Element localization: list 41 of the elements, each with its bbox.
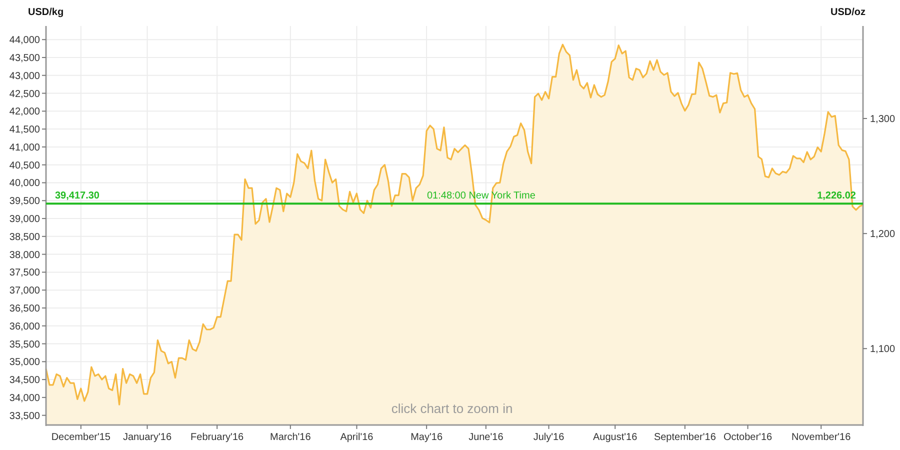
axis-label: March'16 [270,432,311,443]
axis-label: October'16 [723,432,772,443]
axis-label: 35,500 [9,339,40,350]
axis-label: December'15 [51,432,110,443]
axis-label: 35,000 [9,357,40,368]
axis-label: February'16 [190,432,244,443]
axis-label: 44,000 [9,35,40,46]
axis-label: 1,200 [870,229,896,240]
axis-label: 41,500 [9,124,40,136]
axis-label: 41,000 [9,142,40,154]
axis-label: 37,000 [9,286,40,297]
axis-label: 34,500 [9,375,40,386]
axis-label: 40,000 [9,178,40,190]
price-label: 39,417.30 [55,190,100,202]
axis-label: 36,000 [9,321,40,332]
axis-label: 1,300 [870,114,896,125]
axis-label: 37,500 [9,268,40,279]
axis-label: 38,000 [9,250,40,261]
axis-title: USD/oz [830,7,866,18]
axis-label: September'16 [654,432,716,443]
axis-label: 40,500 [9,160,40,172]
axis-label: November'16 [792,432,851,443]
axis-label: 43,000 [9,70,40,82]
zoom-hint: click chart to zoom in [391,401,513,416]
axis-label: April'16 [340,432,374,443]
axis-label: 39,500 [9,196,40,208]
axis-label: 39,000 [9,214,40,226]
axis-label: 34,000 [9,392,40,404]
axis-label: 36,500 [9,303,40,314]
axis-label: 43,500 [9,53,40,64]
axis-label: January'16 [122,432,172,443]
axis-label: 38,500 [9,232,40,243]
axis-label: 1,100 [870,344,896,356]
axis-label: 33,500 [9,410,40,422]
axis-label: 42,000 [9,106,40,118]
axis-label: May'16 [410,432,443,443]
axis-label: 42,500 [9,88,40,100]
axis-label: July'16 [533,432,564,443]
axis-label: June'16 [468,432,504,443]
axis-label: August'16 [593,432,638,443]
axis-title: USD/kg [28,7,64,18]
